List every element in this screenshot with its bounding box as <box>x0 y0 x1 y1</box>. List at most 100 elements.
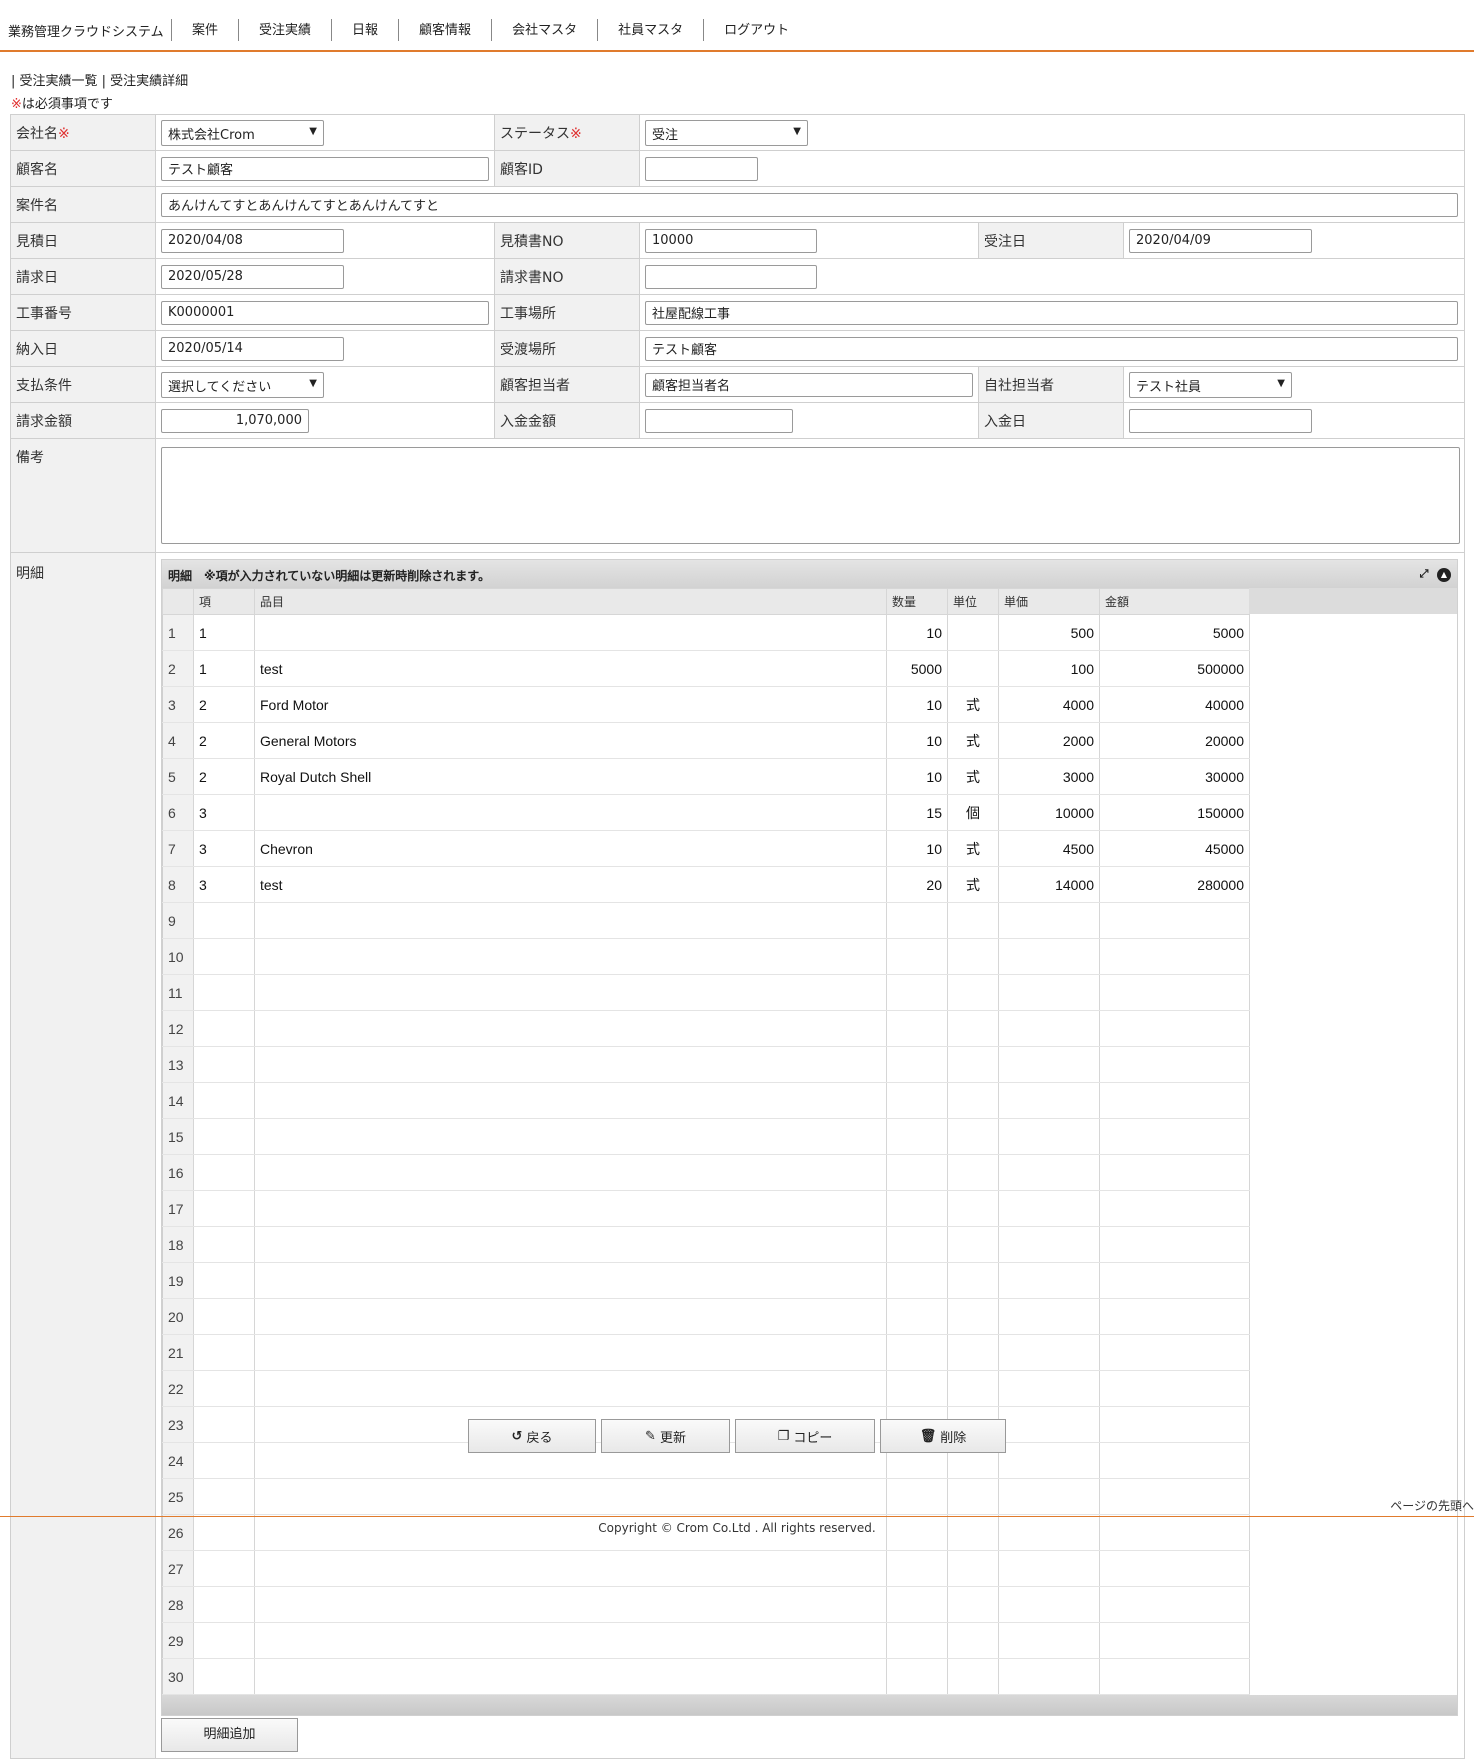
nav-item-customer-info[interactable]: 顧客情報 <box>398 19 491 41</box>
product-cell[interactable] <box>254 1586 887 1623</box>
collapse-icon[interactable]: ▲ <box>1437 568 1451 582</box>
item-cell[interactable] <box>193 974 255 1011</box>
amount-cell[interactable]: 30000 <box>1099 758 1250 795</box>
quantity-cell[interactable]: 15 <box>886 794 948 831</box>
quantity-cell[interactable] <box>886 974 948 1011</box>
unit-price-cell[interactable] <box>998 1118 1100 1155</box>
amount-cell[interactable] <box>1099 1406 1250 1443</box>
item-cell[interactable] <box>193 1442 255 1479</box>
quantity-cell[interactable]: 5000 <box>886 650 948 687</box>
invoice-no-input[interactable] <box>645 264 817 289</box>
item-cell[interactable] <box>193 1046 255 1083</box>
amount-cell[interactable] <box>1099 1226 1250 1263</box>
item-cell[interactable] <box>193 1658 255 1695</box>
amount-cell[interactable]: 500000 <box>1099 650 1250 687</box>
item-cell[interactable] <box>193 938 255 975</box>
amount-cell[interactable] <box>1099 1442 1250 1479</box>
item-cell[interactable] <box>193 1262 255 1299</box>
product-cell[interactable] <box>254 1658 887 1695</box>
product-cell[interactable]: Ford Motor <box>254 686 887 723</box>
app-title[interactable]: 業務管理クラウドシステム <box>8 21 164 40</box>
unit-cell[interactable] <box>947 1298 999 1335</box>
product-cell[interactable]: General Motors <box>254 722 887 759</box>
unit-price-cell[interactable]: 14000 <box>998 866 1100 903</box>
unit-cell[interactable]: 式 <box>947 722 999 759</box>
product-cell[interactable] <box>254 1046 887 1083</box>
unit-price-cell[interactable]: 100 <box>998 650 1100 687</box>
unit-price-cell[interactable] <box>998 1226 1100 1263</box>
item-cell[interactable]: 2 <box>193 722 255 759</box>
product-cell[interactable]: Chevron <box>254 830 887 867</box>
unit-price-cell[interactable]: 4500 <box>998 830 1100 867</box>
unit-price-cell[interactable] <box>998 1658 1100 1695</box>
unit-price-cell[interactable] <box>998 1622 1100 1659</box>
unit-price-cell[interactable]: 2000 <box>998 722 1100 759</box>
amount-cell[interactable]: 5000 <box>1099 614 1250 651</box>
quantity-cell[interactable] <box>886 1658 948 1695</box>
delivery-date-input[interactable] <box>161 336 344 361</box>
unit-cell[interactable] <box>947 1046 999 1083</box>
unit-cell[interactable] <box>947 938 999 975</box>
item-cell[interactable]: 2 <box>193 758 255 795</box>
quantity-cell[interactable] <box>886 1550 948 1587</box>
payment-amount-input[interactable] <box>645 408 793 433</box>
quantity-cell[interactable] <box>886 938 948 975</box>
unit-cell[interactable] <box>947 1082 999 1119</box>
item-cell[interactable] <box>193 1010 255 1047</box>
estimate-no-input[interactable] <box>645 228 817 253</box>
amount-cell[interactable] <box>1099 902 1250 939</box>
item-cell[interactable] <box>193 1226 255 1263</box>
amount-cell[interactable] <box>1099 1334 1250 1371</box>
unit-cell[interactable] <box>947 1550 999 1587</box>
unit-cell[interactable] <box>947 1262 999 1299</box>
nav-item-employee-master[interactable]: 社員マスタ <box>597 19 703 41</box>
quantity-cell[interactable]: 10 <box>886 758 948 795</box>
amount-cell[interactable] <box>1099 1298 1250 1335</box>
payment-terms-select[interactable]: 選択してください ▼ <box>161 371 324 398</box>
amount-cell[interactable] <box>1099 1622 1250 1659</box>
nav-item-company-master[interactable]: 会社マスタ <box>491 19 597 41</box>
quantity-cell[interactable] <box>886 1334 948 1371</box>
amount-cell[interactable]: 150000 <box>1099 794 1250 831</box>
quantity-cell[interactable] <box>886 1190 948 1227</box>
own-contact-select[interactable]: テスト社員 ▼ <box>1129 371 1292 398</box>
delete-button[interactable]: 🗑 削除 <box>880 1419 1006 1453</box>
item-cell[interactable] <box>193 1550 255 1587</box>
item-cell[interactable] <box>193 902 255 939</box>
quantity-cell[interactable] <box>886 1154 948 1191</box>
quantity-cell[interactable]: 10 <box>886 614 948 651</box>
col-header-amount[interactable]: 金額 <box>1099 588 1250 615</box>
quantity-cell[interactable] <box>886 1478 948 1515</box>
product-cell[interactable] <box>254 1226 887 1263</box>
product-cell[interactable] <box>254 1118 887 1155</box>
unit-cell[interactable] <box>947 1586 999 1623</box>
amount-cell[interactable]: 280000 <box>1099 866 1250 903</box>
unit-cell[interactable] <box>947 1478 999 1515</box>
nav-item-projects[interactable]: 案件 <box>171 19 238 41</box>
quantity-cell[interactable] <box>886 1010 948 1047</box>
status-select[interactable]: 受注 ▼ <box>645 119 808 146</box>
unit-price-cell[interactable] <box>998 902 1100 939</box>
nav-item-daily-report[interactable]: 日報 <box>331 19 398 41</box>
quantity-cell[interactable] <box>886 1586 948 1623</box>
unit-cell[interactable] <box>947 1334 999 1371</box>
product-cell[interactable] <box>254 974 887 1011</box>
company-select[interactable]: 株式会社Crom ▼ <box>161 119 324 146</box>
amount-cell[interactable] <box>1099 1118 1250 1155</box>
product-cell[interactable]: test <box>254 650 887 687</box>
unit-price-cell[interactable] <box>998 938 1100 975</box>
project-name-input[interactable] <box>161 192 1458 217</box>
item-cell[interactable] <box>193 1334 255 1371</box>
unit-price-cell[interactable] <box>998 1370 1100 1407</box>
unit-price-cell[interactable] <box>998 1262 1100 1299</box>
product-cell[interactable] <box>254 794 887 831</box>
product-cell[interactable] <box>254 1370 887 1407</box>
product-cell[interactable] <box>254 938 887 975</box>
product-cell[interactable] <box>254 1190 887 1227</box>
amount-cell[interactable] <box>1099 1082 1250 1119</box>
unit-price-cell[interactable] <box>998 1190 1100 1227</box>
invoice-date-input[interactable] <box>161 264 344 289</box>
product-cell[interactable] <box>254 902 887 939</box>
col-header-quantity[interactable]: 数量 <box>886 588 948 615</box>
product-cell[interactable] <box>254 1622 887 1659</box>
